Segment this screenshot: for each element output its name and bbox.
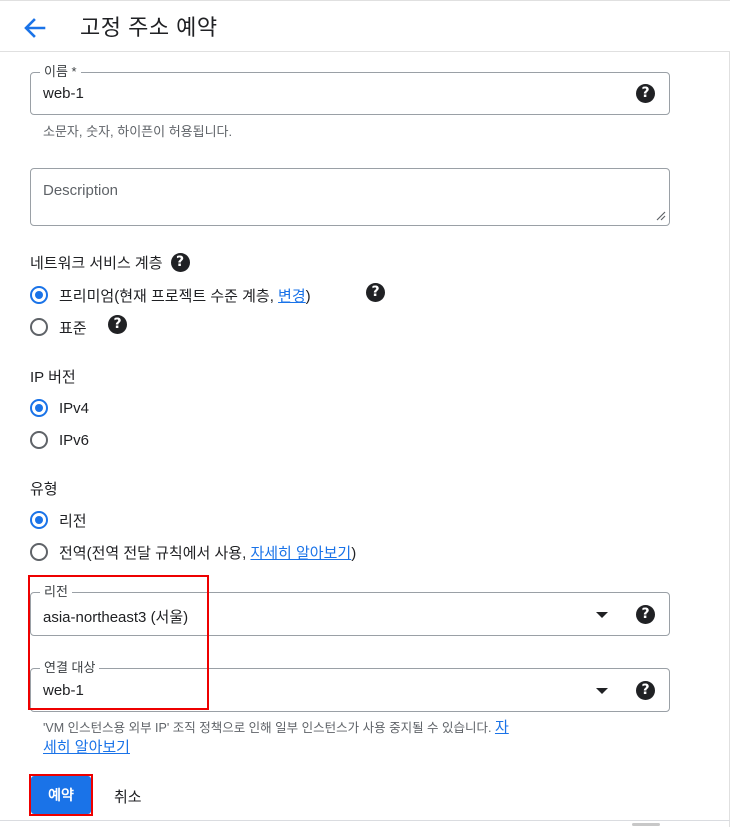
name-field[interactable]: 이름 * web-1 ? (30, 63, 670, 115)
scrollbar-thumb[interactable] (632, 823, 660, 826)
help-icon[interactable]: ? (636, 84, 655, 103)
radio-ipv4[interactable]: IPv4 (30, 397, 89, 419)
premium-label: 프리미엄(현재 프로젝트 수준 계층, (59, 287, 279, 305)
region-select[interactable]: 리전 asia-northeast3 (서울) ? (30, 583, 670, 636)
global-label-end: ) (351, 544, 357, 562)
radio-standard[interactable]: 표준 (30, 316, 87, 338)
help-icon[interactable]: ? (636, 605, 655, 624)
reserve-button[interactable]: 예약 (31, 776, 91, 814)
radio-button[interactable] (30, 318, 48, 336)
attach-to-hint: 'VM 인스턴스용 외부 IP' 조직 정책으로 인해 일부 인스턴스가 사용 … (43, 718, 643, 757)
name-hint: 소문자, 숫자, 하이픈이 허용됩니다. (43, 124, 233, 139)
learn-more-link[interactable]: 자세히 알아보기 (250, 545, 351, 562)
radio-button[interactable] (30, 286, 48, 304)
standard-label: 표준 (59, 319, 87, 337)
radio-global[interactable]: 전역(전역 전달 규칙에서 사용, 자세히 알아보기) (30, 541, 356, 563)
top-app-bar: 고정 주소 예약 (0, 0, 730, 52)
page-title: 고정 주소 예약 (80, 15, 218, 40)
help-icon[interactable]: ? (170, 253, 190, 272)
attach-to-select-label: 연결 대상 (40, 659, 100, 677)
change-link[interactable]: 변경 (278, 288, 306, 305)
help-icon[interactable]: ? (366, 283, 385, 302)
back-arrow-icon[interactable] (20, 13, 50, 43)
ipv6-label: IPv6 (59, 431, 90, 449)
learn-more-link[interactable]: 자 (495, 719, 509, 736)
network-tier-label: 네트워크 서비스 계층 (30, 255, 163, 272)
radio-button[interactable] (30, 511, 48, 529)
learn-more-link-cont[interactable]: 세히 알아보기 (43, 739, 130, 756)
type-title: 유형 (30, 481, 58, 498)
region-select-label: 리전 (40, 583, 72, 601)
cancel-button[interactable]: 취소 (114, 786, 142, 807)
radio-button[interactable] (30, 431, 48, 449)
attach-to-select-value[interactable]: web-1 (43, 682, 84, 699)
attach-to-select[interactable]: 연결 대상 web-1 ? (30, 659, 670, 712)
regional-label: 리전 (59, 512, 87, 530)
radio-regional[interactable]: 리전 (30, 509, 87, 531)
help-icon[interactable]: ? (636, 681, 655, 700)
network-tier-title: 네트워크 서비스 계층 ? (30, 252, 190, 273)
radio-ipv6[interactable]: IPv6 (30, 429, 89, 451)
global-label: 전역(전역 전달 규칙에서 사용, (59, 544, 251, 562)
resize-handle-icon[interactable] (656, 211, 666, 221)
radio-button[interactable] (30, 543, 48, 561)
ip-version-title: IP 버전 (30, 369, 76, 386)
radio-button[interactable] (30, 399, 48, 417)
radio-premium[interactable]: 프리미엄(현재 프로젝트 수준 계층, 변경) (30, 284, 311, 306)
premium-label-end: ) (305, 287, 311, 305)
name-field-value[interactable]: web-1 (43, 85, 84, 102)
bottom-divider (0, 820, 730, 821)
help-icon[interactable]: ? (108, 315, 127, 334)
region-select-value[interactable]: asia-northeast3 (서울) (43, 606, 188, 627)
description-field[interactable] (30, 168, 670, 226)
attach-hint-text: 'VM 인스턴스용 외부 IP' 조직 정책으로 인해 일부 인스턴스가 사용 … (43, 721, 495, 735)
ipv4-label: IPv4 (59, 399, 90, 417)
dropdown-arrow-icon[interactable] (596, 612, 608, 618)
name-field-label: 이름 * (40, 63, 81, 81)
dropdown-arrow-icon[interactable] (596, 688, 608, 694)
